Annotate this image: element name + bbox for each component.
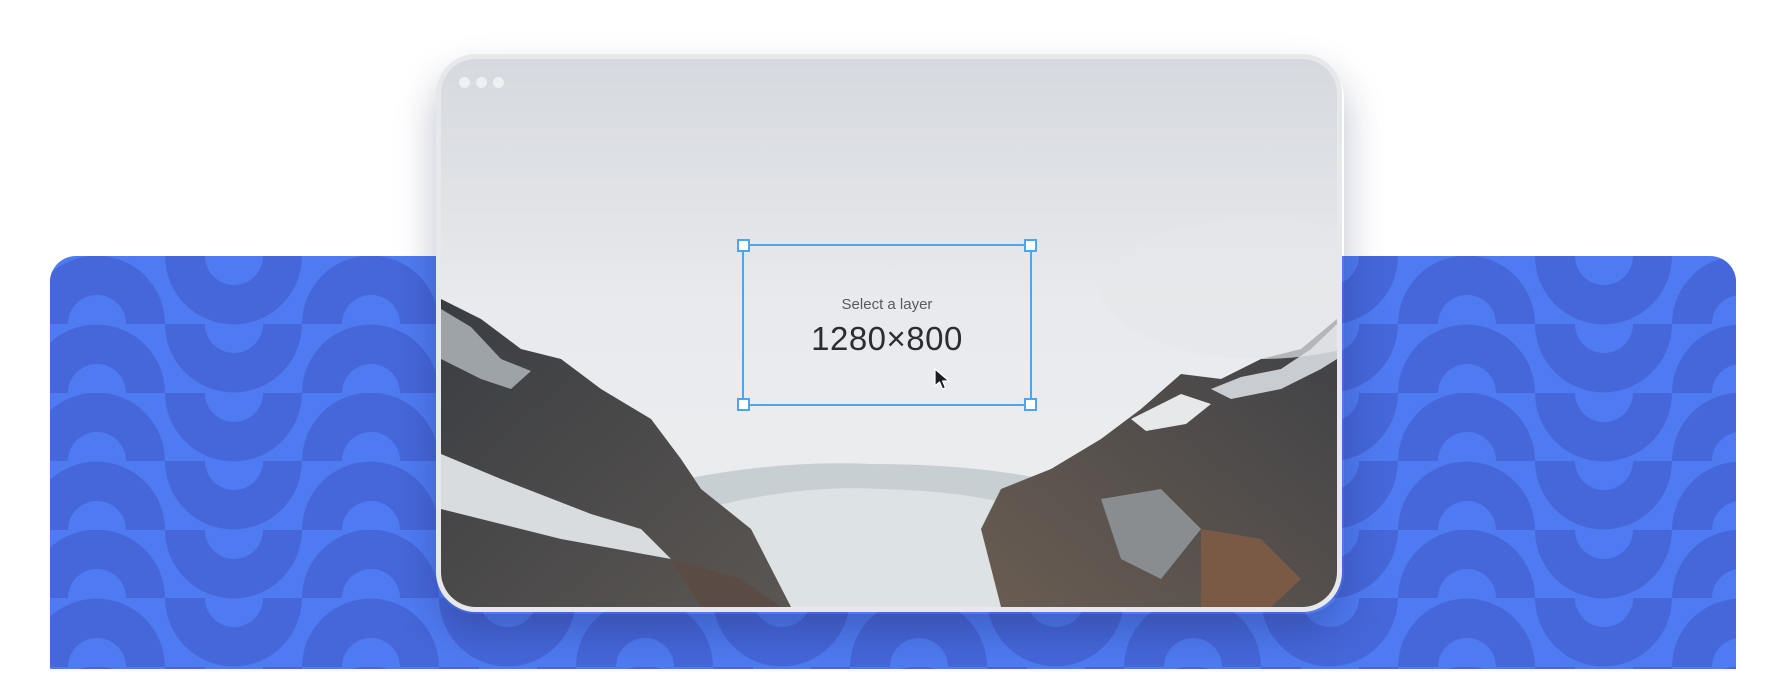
resize-handle-top-left[interactable] [737, 239, 750, 252]
resize-handle-top-right[interactable] [1024, 239, 1037, 252]
selection-hint: Select a layer [841, 296, 933, 313]
window-controls [459, 77, 504, 88]
arrow-cursor-icon [934, 368, 950, 390]
selection-box[interactable]: Select a layer 1280×800 [737, 239, 1037, 411]
selection-dimensions: 1280×800 [811, 320, 963, 357]
resize-handle-bottom-left[interactable] [737, 398, 750, 411]
minimize-dot-icon[interactable] [476, 77, 487, 88]
close-dot-icon[interactable] [459, 77, 470, 88]
maximize-dot-icon[interactable] [493, 77, 504, 88]
resize-handle-bottom-right[interactable] [1024, 398, 1037, 411]
